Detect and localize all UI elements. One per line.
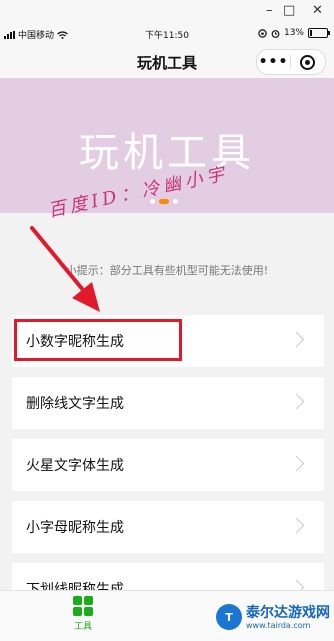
banner-title: 玩机工具 [79,130,255,176]
maximize-icon[interactable]: □ [283,3,295,19]
chevron-right-icon [288,455,305,472]
target-icon [300,54,315,70]
highlight-box [14,319,182,361]
tip-text: 小提示：部分工具有些机型可能无法使用! [65,264,269,277]
battery-percent: 13% [283,28,304,38]
site-logo: T 泰尔达游戏网 www.tairda.com [216,604,330,630]
tool-item-label: 删除线文字生成 [26,396,124,412]
close-program-button[interactable] [291,54,324,70]
lock-rotation-icon [258,28,267,38]
mini-program-capsule: ••• [256,49,326,75]
carousel-dot-active [159,199,169,204]
site-logo-name: 泰尔达游戏网 [246,604,330,621]
tab-tools[interactable]: 工具 [62,596,104,632]
chevron-right-icon [288,331,305,348]
status-bar: 中国移动 下午11:50 13% [0,24,334,44]
chevron-right-icon [288,517,305,534]
chevron-right-icon [288,393,305,410]
window-title-bar: – □ ✕ [0,0,334,24]
tool-item-label: 小字母昵称生成 [26,520,124,536]
carousel-dot [173,199,178,204]
tool-item-label: 火星文字体生成 [26,458,124,474]
more-icon[interactable]: ••• [257,55,290,69]
alarm-icon [271,29,280,38]
site-logo-icon: T [216,604,242,630]
site-logo-url: www.tairda.com [246,620,311,630]
close-window-icon[interactable]: ✕ [312,3,323,19]
tab-label: 工具 [73,622,92,632]
grid-icon [73,596,93,616]
tool-item-strikethrough-text[interactable]: 删除线文字生成 [12,377,324,429]
battery-icon [308,28,330,38]
navigation-bar: 玩机工具 ••• [0,44,334,78]
tool-item-martian-font[interactable]: 火星文字体生成 [12,439,324,491]
tool-item-small-letter-nickname[interactable]: 小字母昵称生成 [12,501,324,553]
minimize-icon[interactable]: – [266,3,273,19]
